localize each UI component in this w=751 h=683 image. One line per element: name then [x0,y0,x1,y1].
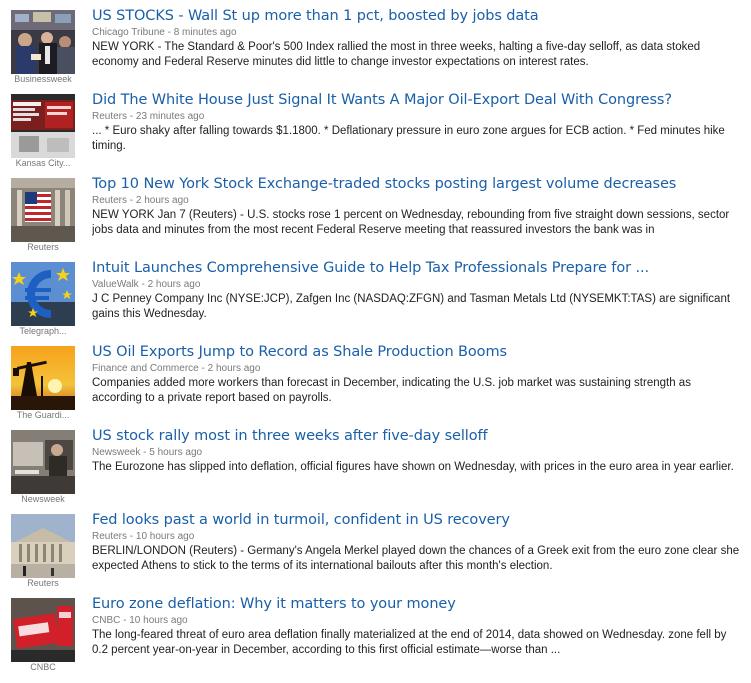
news-item: Reuters Fed looks past a world in turmoi… [0,504,751,588]
thumbnail-source-label: Reuters [27,242,59,252]
news-source: Chicago Tribune [92,27,165,38]
oil-pump-sunset-photo-icon[interactable] [11,346,75,410]
news-item: Newsweek US stock rally most in three we… [0,420,751,504]
news-snippet: ... * Euro shaky after falling towards $… [92,125,725,152]
thumbnail-source-label: Newsweek [21,494,65,504]
news-thumbnail[interactable]: Kansas City... [11,94,75,170]
meta-separator: - [164,27,174,38]
news-content: US STOCKS - Wall St up more than 1 pct, … [92,6,742,70]
news-item: CNBC Euro zone deflation: Why it matters… [0,588,751,672]
meta-separator: - [198,363,208,374]
news-meta: Newsweek - 5 hours ago [92,446,742,459]
news-source: Reuters [92,111,128,122]
news-item: Reuters Top 10 New York Stock Exchange-t… [0,168,751,252]
thumbnail-source-label: Telegraph... [19,326,67,336]
meta-separator: - [127,531,136,542]
news-content: Fed looks past a world in turmoil, confi… [92,510,742,574]
trading-floor-photo-icon[interactable] [11,10,75,74]
news-snippet: J C Penney Company Inc (NYSE:JCP), Zafge… [92,293,731,320]
meta-separator: - [140,447,150,458]
news-content: Euro zone deflation: Why it matters to y… [92,594,742,658]
news-headline-link[interactable]: US Oil Exports Jump to Record as Shale P… [92,342,742,362]
news-content: US stock rally most in three weeks after… [92,426,742,490]
stock-board-photo-icon[interactable] [11,94,75,158]
thumbnail-source-label: Kansas City... [15,158,71,168]
thumbnail-source-label: CNBC [30,662,56,672]
news-snippet: The long-feared threat of euro area defl… [92,629,727,656]
news-time: 5 hours ago [149,447,203,458]
news-item: Telegraph... Intuit Launches Comprehensi… [0,252,751,336]
news-content: Intuit Launches Comprehensive Guide to H… [92,258,742,322]
news-content: Top 10 New York Stock Exchange-traded st… [92,174,742,238]
news-time: 2 hours ago [135,195,189,206]
news-thumbnail[interactable]: Reuters [11,514,75,590]
news-meta: ValueWalk - 2 hours ago [92,278,742,291]
meta-separator: - [138,279,148,290]
news-headline-link[interactable]: Intuit Launches Comprehensive Guide to H… [92,258,742,278]
news-meta: Reuters - 23 minutes ago [92,110,742,123]
thumbnail-source-label: The Guardi... [16,410,70,420]
news-source: ValueWalk [92,279,139,290]
news-snippet: The Eurozone has slipped into deflation,… [92,461,734,473]
news-headline-link[interactable]: Euro zone deflation: Why it matters to y… [92,594,742,614]
news-content: US Oil Exports Jump to Record as Shale P… [92,342,742,406]
news-thumbnail[interactable]: Businessweek [11,10,75,86]
news-headline-link[interactable]: Fed looks past a world in turmoil, confi… [92,510,742,530]
news-headline-link[interactable]: Did The White House Just Signal It Wants… [92,90,742,110]
news-content: Did The White House Just Signal It Wants… [92,90,742,154]
meta-separator: - [120,615,130,626]
news-source: Finance and Commerce [92,363,199,374]
news-source: CNBC [92,615,121,626]
news-snippet: BERLIN/LONDON (Reuters) - Germany's Ange… [92,545,740,572]
news-headline-link[interactable]: US stock rally most in three weeks after… [92,426,742,446]
news-meta: Finance and Commerce - 2 hours ago [92,362,742,375]
thumbnail-source-label: Businessweek [14,74,72,84]
news-item: Businessweek US STOCKS - Wall St up more… [0,0,751,84]
meta-separator: - [127,195,136,206]
news-snippet: NEW YORK - The Standard & Poor's 500 Ind… [92,41,701,68]
news-meta: Reuters - 2 hours ago [92,194,742,207]
news-time: 2 hours ago [147,279,201,290]
thumbnail-source-label: Reuters [27,578,59,588]
nyse-facade-photo-icon[interactable] [11,178,75,242]
sales-window-photo-icon[interactable] [11,430,75,494]
news-source: Reuters [92,195,128,206]
news-headline-link[interactable]: Top 10 New York Stock Exchange-traded st… [92,174,742,194]
news-time: 10 hours ago [135,531,195,542]
news-item: Kansas City... Did The White House Just … [0,84,751,168]
sale-sign-photo-icon[interactable] [11,598,75,662]
news-time: 2 hours ago [207,363,261,374]
news-time: 10 hours ago [129,615,188,626]
parliament-building-photo-icon[interactable] [11,514,75,578]
news-thumbnail[interactable]: Telegraph... [11,262,75,338]
news-snippet: NEW YORK Jan 7 (Reuters) - U.S. stocks r… [92,209,730,236]
news-source: Newsweek [92,447,141,458]
news-thumbnail[interactable]: Reuters [11,178,75,254]
news-meta: Chicago Tribune - 8 minutes ago [92,26,742,39]
news-time: 8 minutes ago [173,27,237,38]
news-snippet: Companies added more workers than foreca… [92,377,691,404]
news-headline-link[interactable]: US STOCKS - Wall St up more than 1 pct, … [92,6,742,26]
news-time: 23 minutes ago [135,111,205,122]
news-meta: CNBC - 10 hours ago [92,614,742,627]
news-item: The Guardi... US Oil Exports Jump to Rec… [0,336,751,420]
news-thumbnail[interactable]: CNBC [11,598,75,674]
news-thumbnail[interactable]: The Guardi... [11,346,75,422]
euro-sculpture-photo-icon[interactable] [11,262,75,326]
meta-separator: - [127,111,136,122]
news-meta: Reuters - 10 hours ago [92,530,742,543]
news-source: Reuters [92,531,128,542]
news-thumbnail[interactable]: Newsweek [11,430,75,506]
